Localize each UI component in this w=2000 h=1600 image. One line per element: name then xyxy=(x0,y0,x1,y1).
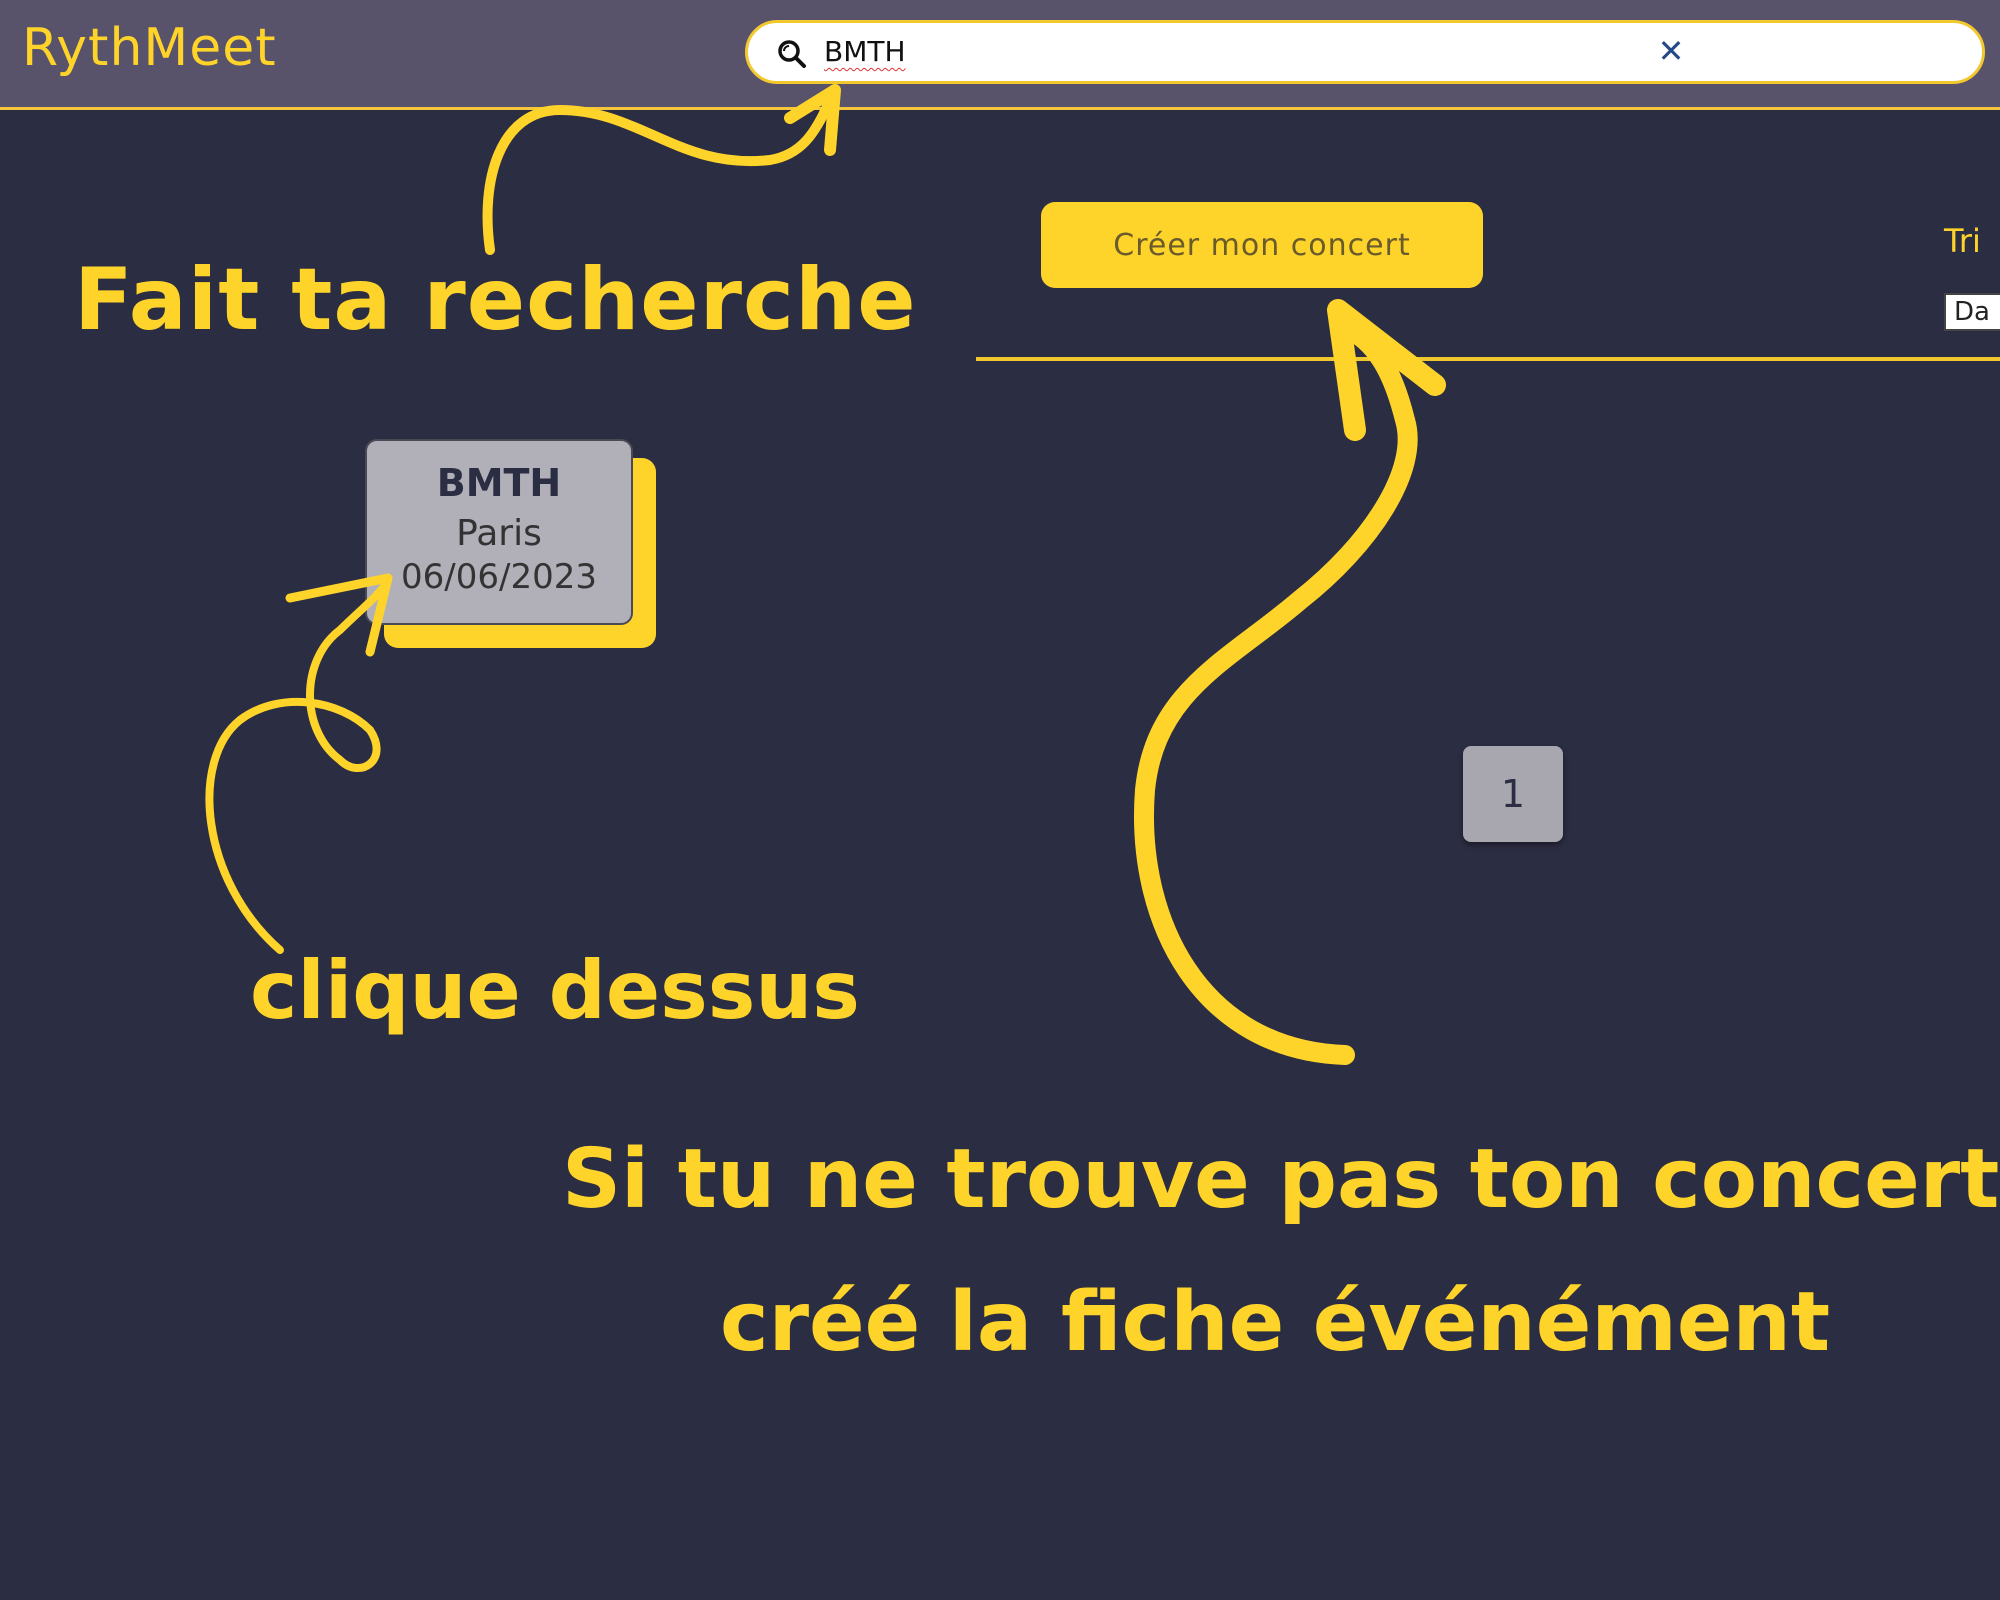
search-hint-text: Fait ta recherche xyxy=(74,250,917,350)
create-concert-button[interactable]: Créer mon concert xyxy=(1041,202,1483,288)
event-name: BMTH xyxy=(436,461,562,505)
sort-label: Tri xyxy=(1944,222,1981,260)
arrow-to-create-icon xyxy=(1134,320,1418,1065)
create-hint-line1: Si tu ne trouve pas ton concert, xyxy=(562,1132,2000,1227)
search-icon xyxy=(776,38,808,70)
arrow-to-card-icon xyxy=(205,576,392,954)
event-city: Paris xyxy=(456,513,542,554)
sort-select[interactable]: Da xyxy=(1944,293,2000,331)
section-divider xyxy=(976,357,2000,361)
arrow-to-search-icon xyxy=(482,95,835,255)
app-logo[interactable]: RythMeet xyxy=(22,18,277,78)
pagination-page-button[interactable]: 1 xyxy=(1463,746,1563,842)
page: RythMeet BMTH ✕ Créer mon concert Tri Da… xyxy=(0,0,2000,1600)
close-icon[interactable]: ✕ xyxy=(1653,33,1689,69)
event-date: 06/06/2023 xyxy=(401,557,597,597)
event-card[interactable]: BMTH Paris 06/06/2023 xyxy=(365,439,633,625)
create-hint-line2: créé la fiche événément xyxy=(720,1275,1831,1370)
search-input[interactable]: BMTH xyxy=(824,35,906,68)
click-hint-text: clique dessus xyxy=(250,944,860,1037)
search-bar[interactable]: BMTH ✕ xyxy=(745,20,1985,84)
top-navbar: RythMeet BMTH ✕ xyxy=(0,0,2000,110)
